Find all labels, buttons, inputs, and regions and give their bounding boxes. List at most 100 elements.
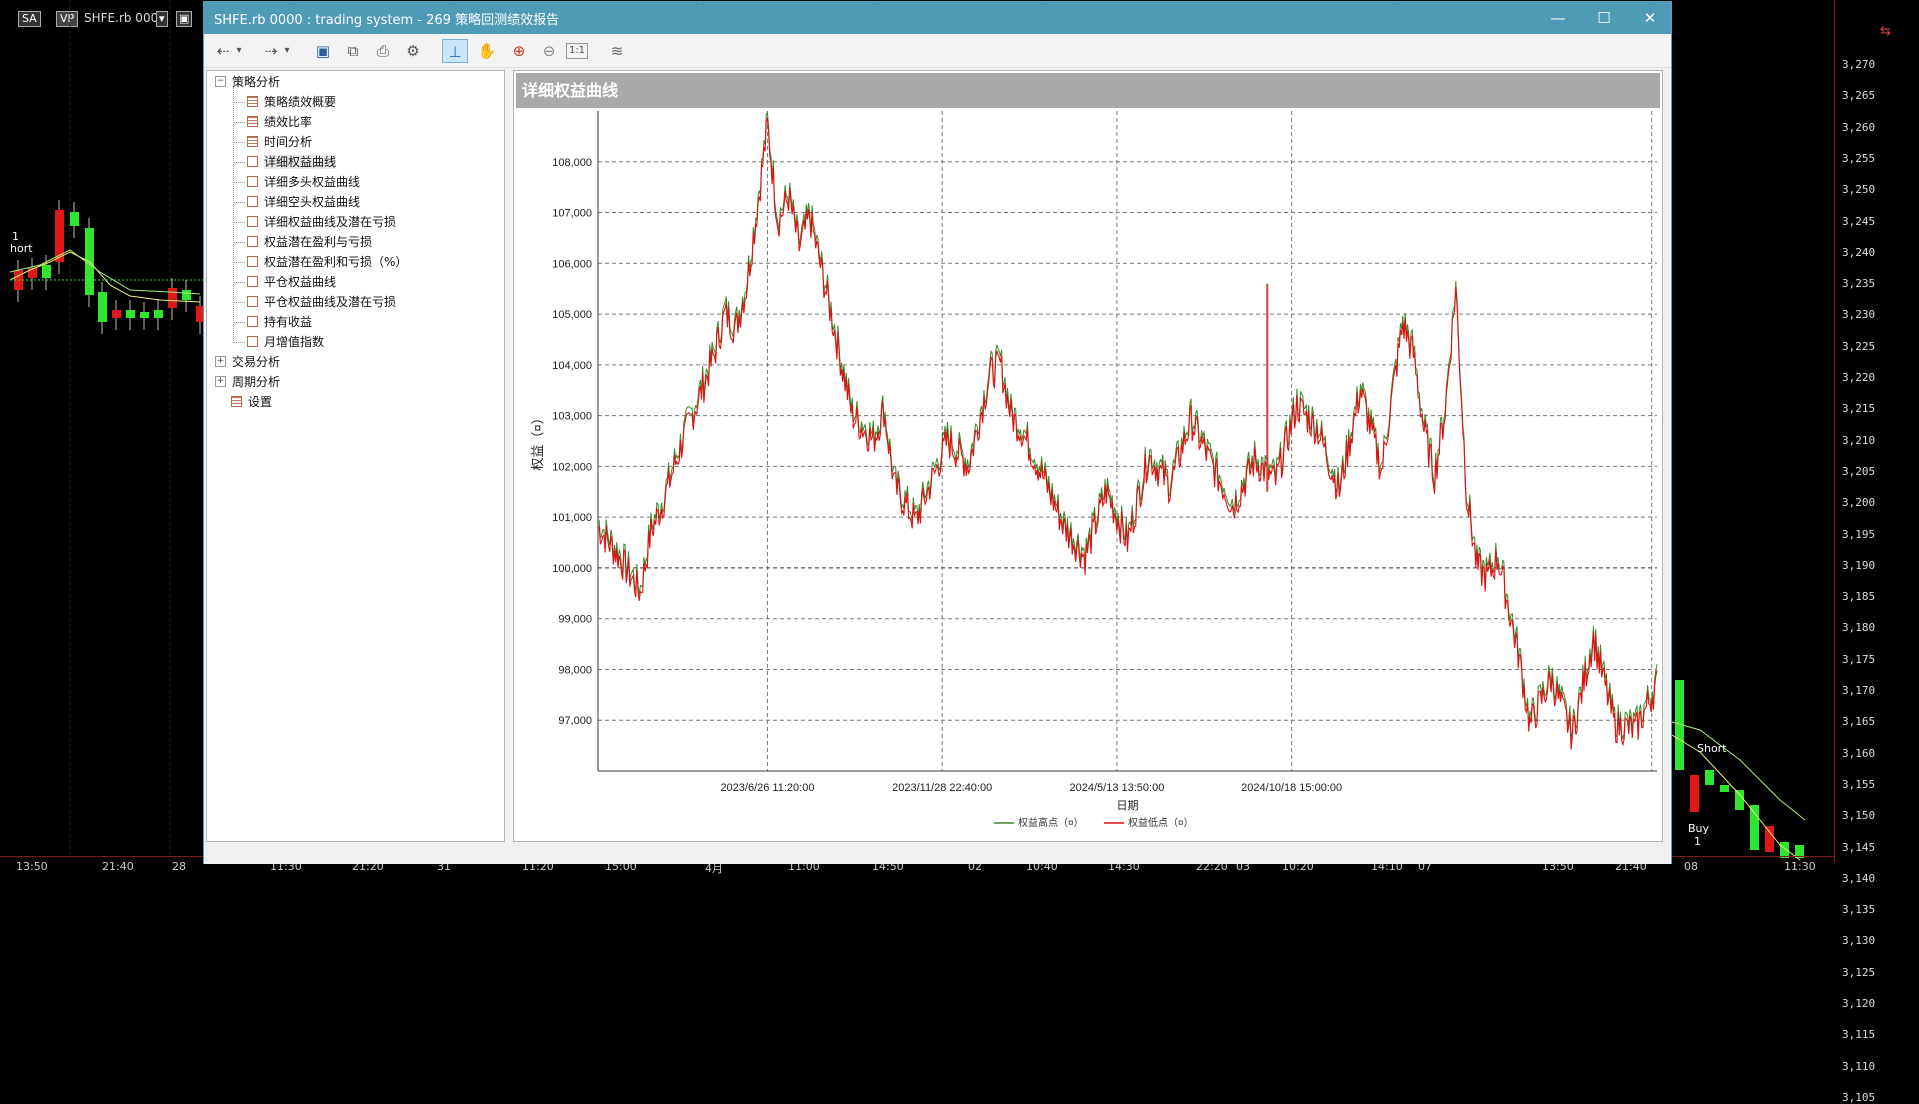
status-bar — [204, 844, 1671, 864]
price-tick-label: 3,240 — [1842, 245, 1876, 259]
tree-item-label: 详细多头权益曲线 — [264, 175, 361, 189]
table-icon — [247, 96, 258, 107]
buy-signal-number: 1 — [1694, 835, 1701, 848]
tree-item[interactable]: 平仓权益曲线及潜在亏损 — [247, 294, 396, 311]
zoom-out-icon[interactable]: ⊖ — [536, 39, 562, 63]
tree-item[interactable]: 权益潜在盈利与亏损 — [247, 234, 372, 251]
y-tick-label: 99,000 — [558, 614, 592, 626]
tree-item-label: 详细空头权益曲线 — [264, 195, 361, 209]
x-tick-label: 2024/5/13 13:50:00 — [1070, 782, 1165, 794]
window-titlebar[interactable]: SHFE.rb 0000 : trading system - 269 策略回测… — [204, 2, 1671, 34]
time-tick-label: 21:40 — [102, 860, 134, 873]
candle — [168, 288, 177, 308]
y-tick-label: 97,000 — [558, 715, 592, 727]
curve-icon — [247, 196, 258, 207]
tree-item[interactable]: 绩效比率 — [247, 114, 312, 131]
y-axis-label: 权益（¤） — [530, 411, 545, 470]
tree-item[interactable]: + 交易分析 — [215, 354, 280, 371]
tree-connector — [233, 162, 245, 163]
y-tick-label: 104,000 — [552, 360, 592, 372]
price-tick-label: 3,165 — [1842, 715, 1876, 729]
tree-item[interactable]: 时间分析 — [247, 134, 312, 151]
tree-item[interactable]: 平仓权益曲线 — [247, 274, 336, 291]
tree-item[interactable]: − 策略分析 — [215, 74, 280, 91]
actual-size-icon[interactable]: 1:1 — [566, 43, 588, 59]
hand-icon[interactable]: ✋ — [474, 39, 500, 63]
save-icon[interactable]: ▣ — [310, 39, 336, 63]
analysis-tree: − 策略分析策略绩效概要 绩效比率时间分析详细权益曲线详细多头权益曲线 详细空头权益曲… — [206, 70, 505, 842]
maximize-button[interactable]: ☐ — [1581, 2, 1627, 34]
legend-label: 权益低点（¤） — [1128, 816, 1194, 829]
tree-item[interactable]: 详细权益曲线及潜在亏损 — [247, 214, 396, 231]
candle — [112, 310, 121, 318]
window-title: SHFE.rb 0000 : trading system - 269 策略回测… — [214, 13, 560, 28]
price-tick-label: 3,155 — [1842, 777, 1876, 791]
export-icon[interactable]: ⧉ — [340, 39, 366, 63]
price-tick-label: 3,185 — [1842, 590, 1876, 604]
chart-style-icon[interactable]: ≋ — [604, 39, 630, 63]
time-tick-label: 08 — [1684, 860, 1698, 873]
tree-item[interactable]: 详细权益曲线 — [247, 154, 337, 171]
expander-icon[interactable]: + — [215, 356, 226, 367]
tree-item-label: 月增值指数 — [264, 335, 325, 349]
tree-item-label: 详细权益曲线 — [264, 155, 337, 169]
price-tick-label: 3,145 — [1842, 840, 1876, 854]
crosshair-icon[interactable]: ⊥ — [442, 39, 468, 63]
y-tick-label: 106,000 — [552, 258, 592, 270]
tree-item-label: 绩效比率 — [264, 115, 313, 129]
expander-icon[interactable]: + — [215, 376, 226, 387]
equity-chart[interactable]: 97,000 98,000 99,000 100,000 101,000 102,000 1… — [514, 71, 1664, 843]
tree-item-label: 时间分析 — [264, 135, 313, 149]
tree-connector — [233, 262, 245, 263]
chevron-down-icon[interactable]: ▾ — [232, 39, 246, 63]
settings-icon[interactable]: ⚙ — [400, 39, 426, 63]
tree-connector — [233, 122, 245, 123]
tree-item-label: 持有收益 — [264, 315, 313, 329]
chevron-down-icon[interactable]: ▾ — [280, 39, 294, 63]
arrows-icon[interactable]: ⇆ — [1880, 24, 1891, 39]
close-button[interactable]: ✕ — [1627, 2, 1673, 34]
candle — [98, 292, 107, 322]
legend-label: 权益高点（¤） — [1018, 816, 1084, 829]
zoom-in-icon[interactable]: ⊕ — [506, 39, 532, 63]
curve-icon — [247, 316, 258, 327]
tree-connector — [233, 242, 245, 243]
price-tick-label: 3,255 — [1842, 151, 1876, 165]
tree-item[interactable]: 持有收益 — [247, 314, 312, 331]
buy-signal-label: Buy — [1688, 822, 1710, 835]
print-icon[interactable]: ⎙ — [370, 39, 396, 63]
tree-item-label: 平仓权益曲线及潜在亏损 — [264, 295, 397, 309]
tree-item[interactable]: 设置 — [231, 394, 272, 411]
y-tick-label: 98,000 — [558, 664, 592, 676]
curve-icon — [247, 176, 258, 187]
report-window[interactable]: SHFE.rb 0000 : trading system - 269 策略回测… — [203, 1, 1672, 864]
x-tick-label: 2023/11/28 22:40:00 — [892, 782, 992, 794]
price-tick-label: 3,225 — [1842, 339, 1876, 353]
x-axis-label: 日期 — [1117, 799, 1139, 812]
price-tick-label: 3,105 — [1842, 1090, 1876, 1104]
tree-item-label: 周期分析 — [232, 375, 281, 389]
tree-item[interactable]: 详细多头权益曲线 — [247, 174, 360, 191]
tree-item[interactable]: 策略绩效概要 — [247, 94, 336, 111]
tree-item[interactable]: 详细空头权益曲线 — [247, 194, 360, 211]
candle — [154, 310, 163, 318]
curve-icon — [247, 336, 258, 347]
curve-icon — [247, 256, 258, 267]
tree-item-label: 设置 — [248, 395, 273, 409]
tree-item[interactable]: 月增值指数 — [247, 334, 324, 351]
tree-connector — [233, 142, 245, 143]
tree-item-label: 交易分析 — [232, 355, 281, 369]
y-tick-label: 105,000 — [552, 309, 592, 321]
tree-item[interactable]: + 周期分析 — [215, 374, 280, 391]
curve-icon — [247, 296, 258, 307]
x-tick-label: 2024/10/18 15:00:00 — [1241, 782, 1342, 794]
price-tick-label: 3,205 — [1842, 464, 1876, 478]
candle — [1690, 775, 1699, 812]
candle — [1705, 770, 1714, 785]
tree-connector — [233, 102, 245, 103]
price-tick-label: 3,270 — [1842, 58, 1876, 71]
expander-icon[interactable]: − — [215, 76, 226, 87]
tree-item[interactable]: 权益潜在盈利和亏损（%） — [247, 254, 407, 271]
price-tick-label: 3,190 — [1842, 558, 1876, 572]
minimize-button[interactable]: — — [1535, 2, 1581, 34]
